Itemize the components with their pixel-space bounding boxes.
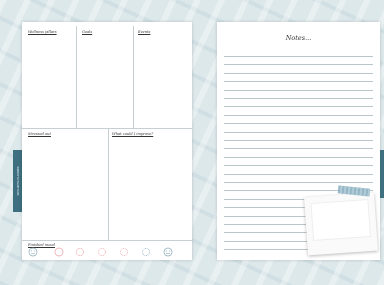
note-line <box>224 173 373 175</box>
note-line <box>224 148 373 150</box>
note-line <box>224 123 373 125</box>
note-line <box>224 89 373 91</box>
sunburst-icon[interactable] <box>141 247 151 257</box>
planner-page: Wellness pillars Goals Events Stressed o… <box>22 22 192 260</box>
note-line <box>224 81 373 83</box>
note-line <box>224 56 373 57</box>
sad-face-icon[interactable] <box>28 247 38 257</box>
note-line <box>224 64 373 66</box>
happy-face-icon[interactable] <box>163 247 173 257</box>
polaroid-photo-frame <box>304 192 378 256</box>
section-label-improve: What could I improve? <box>112 132 154 136</box>
divider <box>133 26 134 128</box>
section-label-wellness-pillars: Wellness pillars <box>28 30 57 34</box>
mood-tracker <box>28 247 188 260</box>
divider <box>76 26 77 128</box>
sunburst-icon[interactable] <box>97 247 107 257</box>
side-tab-right[interactable] <box>380 150 384 198</box>
note-line <box>224 140 373 141</box>
note-line <box>224 72 373 74</box>
section-label-stressed-out: Stressed out <box>28 132 51 136</box>
note-line <box>224 165 373 167</box>
divider <box>22 240 192 241</box>
section-label-goals: Goals <box>82 30 93 34</box>
divider <box>22 128 192 129</box>
photo-area[interactable] <box>310 199 371 241</box>
sunburst-icon[interactable] <box>119 247 129 257</box>
side-tab-label: WELLNESS PLANNER <box>15 166 20 196</box>
section-label-events: Events <box>138 30 151 34</box>
note-line <box>224 114 373 116</box>
notes-title: Notes... <box>285 34 312 42</box>
note-line <box>224 106 373 108</box>
circle-icon[interactable] <box>54 247 64 257</box>
side-tab-left[interactable]: WELLNESS PLANNER <box>13 150 22 212</box>
note-line <box>224 98 373 99</box>
note-line <box>224 156 373 158</box>
note-line <box>224 131 373 133</box>
note-line <box>224 182 373 183</box>
sunburst-icon[interactable] <box>75 247 85 257</box>
divider <box>108 128 109 240</box>
